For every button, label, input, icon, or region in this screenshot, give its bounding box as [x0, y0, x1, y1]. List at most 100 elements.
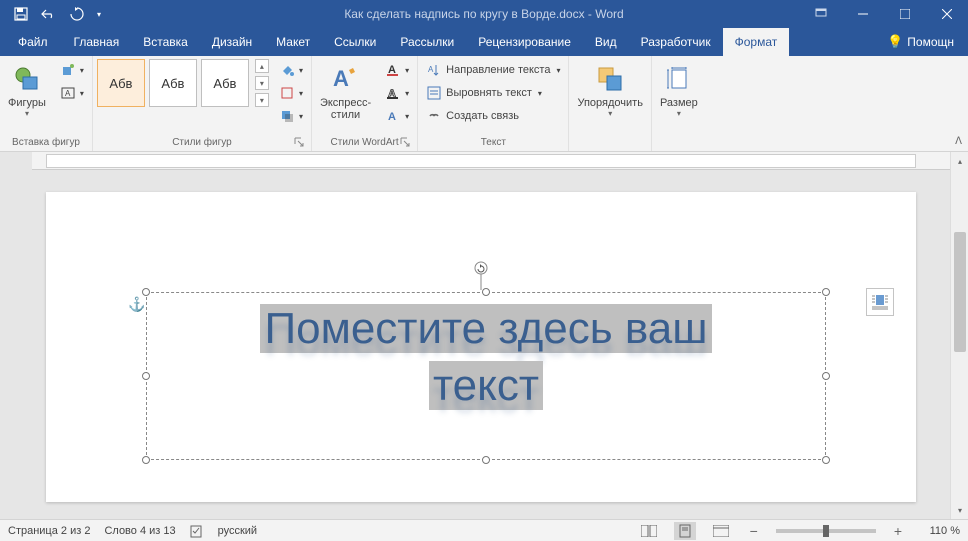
chevron-down-icon: ▾	[25, 109, 29, 118]
shape-outline-button[interactable]: ▾	[275, 82, 307, 104]
text-fill-icon: A	[385, 62, 401, 78]
shape-style-2[interactable]: Абв	[149, 59, 197, 107]
minimize-button[interactable]	[842, 0, 884, 28]
shape-style-1[interactable]: Абв	[97, 59, 145, 107]
create-link-button[interactable]: Создать связь	[422, 105, 564, 127]
ribbon-options-button[interactable]	[800, 0, 842, 28]
resize-handle-ml[interactable]	[142, 372, 150, 380]
collapse-ribbon-button[interactable]: ᐱ	[955, 136, 962, 147]
zoom-out-button[interactable]: −	[746, 523, 762, 539]
tab-insert[interactable]: Вставка	[131, 28, 200, 56]
arrange-button[interactable]: Упорядочить ▾	[573, 59, 646, 120]
anchor-icon: ⚓	[128, 296, 145, 313]
effects-icon	[279, 108, 295, 124]
document-area: ⚓ Поместите здесь ваш текст	[0, 152, 950, 519]
help-button[interactable]: 💡 Помощн	[873, 28, 968, 56]
bulb-icon: 💡	[887, 34, 903, 50]
align-text-icon	[426, 85, 442, 101]
gallery-up-button[interactable]: ▴	[255, 59, 269, 73]
text-fill-button[interactable]: A▾	[381, 59, 413, 81]
tab-developer[interactable]: Разработчик	[629, 28, 723, 56]
scroll-up-button[interactable]: ▴	[951, 152, 968, 170]
horizontal-ruler[interactable]	[32, 152, 950, 170]
gallery-more-button[interactable]: ▾	[255, 93, 269, 107]
svg-text:A: A	[388, 111, 396, 123]
shape-styles-group-label: Стили фигур	[97, 135, 307, 151]
proofing-status[interactable]	[190, 524, 204, 538]
wordart-quick-styles-button[interactable]: A Экспресс- стили	[316, 59, 375, 123]
group-text: AНаправление текста▾ Выровнять текст▾ Со…	[418, 56, 569, 151]
size-button[interactable]: Размер ▾	[656, 59, 702, 120]
read-mode-button[interactable]	[638, 522, 660, 540]
resize-handle-bm[interactable]	[482, 456, 490, 464]
shape-effects-button[interactable]: ▾	[275, 105, 307, 127]
arrange-group-label	[573, 135, 646, 151]
tab-mailings[interactable]: Рассылки	[388, 28, 466, 56]
resize-handle-br[interactable]	[822, 456, 830, 464]
resize-handle-tl[interactable]	[142, 288, 150, 296]
shapes-icon	[13, 61, 41, 97]
document-page[interactable]: ⚓ Поместите здесь ваш текст	[46, 192, 916, 502]
textbox-icon: A	[60, 85, 76, 101]
shapes-button[interactable]: Фигуры ▾	[4, 59, 50, 120]
scroll-thumb[interactable]	[954, 232, 966, 352]
outline-icon	[279, 85, 295, 101]
text-effects-button[interactable]: A▾	[381, 105, 413, 127]
fill-icon	[279, 62, 295, 78]
zoom-in-button[interactable]: +	[890, 523, 906, 539]
text-direction-button[interactable]: AНаправление текста▾	[422, 59, 564, 81]
wordart-line1: Поместите здесь ваш	[260, 304, 711, 353]
shape-fill-button[interactable]: ▾	[275, 59, 307, 81]
resize-handle-bl[interactable]	[142, 456, 150, 464]
wordart-expand-button[interactable]	[399, 137, 411, 149]
insert-shapes-group-label: Вставка фигур	[4, 135, 88, 151]
quick-access-toolbar: ▾	[0, 3, 106, 25]
tab-references[interactable]: Ссылки	[322, 28, 388, 56]
group-wordart-styles: A Экспресс- стили A▾ A▾ A▾ Стили WordArt	[312, 56, 418, 151]
redo-button[interactable]	[64, 3, 90, 25]
zoom-slider-thumb[interactable]	[823, 525, 829, 537]
tab-format[interactable]: Формат	[723, 28, 790, 56]
ribbon: Фигуры ▾ ▾ A▾ Вставка фигур Абв Абв Абв …	[0, 56, 968, 152]
wordart-text[interactable]: Поместите здесь ваш текст	[196, 300, 776, 414]
group-size: Размер ▾	[652, 56, 706, 151]
zoom-level[interactable]: 110 %	[920, 525, 960, 537]
page-status[interactable]: Страница 2 из 2	[8, 525, 90, 537]
save-button[interactable]	[8, 3, 34, 25]
zoom-slider[interactable]	[776, 529, 876, 533]
tab-file[interactable]: Файл	[4, 28, 62, 56]
shape-style-3[interactable]: Абв	[201, 59, 249, 107]
gallery-down-button[interactable]: ▾	[255, 76, 269, 90]
web-layout-button[interactable]	[710, 522, 732, 540]
align-text-button[interactable]: Выровнять текст▾	[422, 82, 564, 104]
text-outline-button[interactable]: A▾	[381, 82, 413, 104]
tab-review[interactable]: Рецензирование	[466, 28, 583, 56]
tab-layout[interactable]: Макет	[264, 28, 322, 56]
close-button[interactable]	[926, 0, 968, 28]
gallery-scroll: ▴ ▾ ▾	[255, 59, 269, 107]
language-status[interactable]: русский	[218, 525, 257, 537]
layout-options-button[interactable]	[866, 288, 894, 316]
resize-handle-mr[interactable]	[822, 372, 830, 380]
qat-customize-button[interactable]: ▾	[92, 3, 106, 25]
size-group-label	[656, 135, 702, 151]
word-count-status[interactable]: Слово 4 из 13	[104, 525, 175, 537]
resize-handle-tr[interactable]	[822, 288, 830, 296]
tab-home[interactable]: Главная	[62, 28, 132, 56]
text-outline-icon: A	[385, 85, 401, 101]
resize-handle-tm[interactable]	[482, 288, 490, 296]
maximize-button[interactable]	[884, 0, 926, 28]
tab-design[interactable]: Дизайн	[200, 28, 264, 56]
edit-shape-button[interactable]: ▾	[56, 59, 88, 81]
print-layout-button[interactable]	[674, 522, 696, 540]
tab-view[interactable]: Вид	[583, 28, 629, 56]
proofing-icon	[190, 524, 204, 538]
group-shape-styles: Абв Абв Абв ▴ ▾ ▾ ▾ ▾ ▾ Стили фигур	[93, 56, 312, 151]
shape-styles-expand-button[interactable]	[293, 137, 305, 149]
svg-text:A: A	[428, 65, 434, 74]
draw-textbox-button[interactable]: A▾	[56, 82, 88, 104]
undo-button[interactable]	[36, 3, 62, 25]
shape-style-gallery: Абв Абв Абв ▴ ▾ ▾	[97, 59, 269, 107]
scroll-down-button[interactable]: ▾	[951, 501, 968, 519]
vertical-scrollbar[interactable]: ▴ ▾	[950, 152, 968, 519]
